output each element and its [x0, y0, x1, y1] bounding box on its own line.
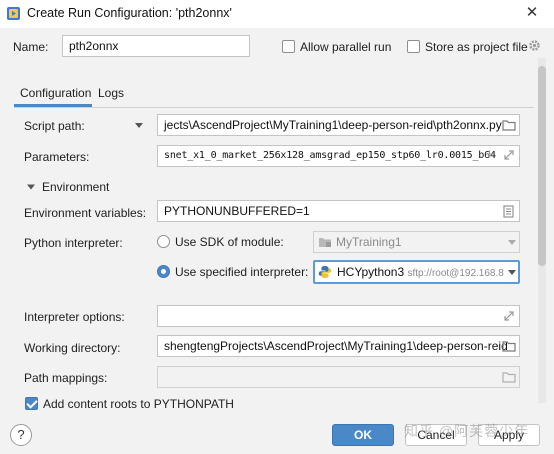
interpreter-dropdown-arrow[interactable]: [508, 270, 516, 275]
content-roots-label: Add content roots to PYTHONPATH: [43, 397, 234, 411]
add-icon[interactable]: +: [485, 146, 494, 163]
interpreter-select[interactable]: HCYpython3 sftp://root@192.168.8: [313, 260, 520, 284]
title-bar: Create Run Configuration: 'pth2onnx' ✕: [0, 0, 554, 28]
expand-options-icon[interactable]: [503, 310, 515, 322]
sdk-module-dropdown-arrow[interactable]: [508, 240, 516, 245]
python-interpreter-label: Python interpreter:: [24, 236, 123, 250]
path-mappings-label: Path mappings:: [24, 371, 108, 385]
path-mappings-folder-icon[interactable]: [502, 371, 516, 383]
allow-parallel-label: Allow parallel run: [300, 40, 392, 54]
scrollbar[interactable]: [538, 58, 546, 403]
run-configuration-icon: [7, 7, 20, 20]
working-directory-label: Working directory:: [24, 341, 121, 355]
expand-icon[interactable]: [503, 149, 515, 161]
chevron-down-icon[interactable]: [26, 182, 36, 192]
ok-button[interactable]: OK: [332, 424, 394, 446]
sdk-module-select[interactable]: MyTraining1: [313, 231, 520, 253]
store-project-checkbox[interactable]: [407, 40, 420, 53]
script-path-label: Script path:: [24, 119, 85, 133]
name-input[interactable]: pth2onnx: [62, 35, 250, 57]
working-directory-input[interactable]: shengtengProjects\AscendProject\MyTraini…: [157, 335, 520, 357]
use-sdk-label: Use SDK of module:: [175, 235, 284, 249]
store-project-label: Store as project file: [425, 40, 528, 54]
watermark: 知乎 @阿芙蓉少年: [404, 423, 530, 439]
module-folder-icon: [319, 238, 331, 247]
tab-configuration[interactable]: Configuration: [20, 86, 91, 100]
interpreter-options-label: Interpreter options:: [24, 310, 125, 324]
folder-icon[interactable]: [502, 119, 516, 131]
path-mappings-input[interactable]: [157, 366, 520, 388]
environment-section-header[interactable]: Environment: [42, 180, 109, 194]
tab-logs[interactable]: Logs: [98, 86, 124, 100]
parameters-input[interactable]: snet_x1_0_market_256x128_amsgrad_ep150_s…: [157, 145, 520, 167]
env-vars-input[interactable]: PYTHONUNBUFFERED=1: [157, 200, 520, 222]
gear-icon[interactable]: [528, 39, 541, 52]
document-icon[interactable]: [503, 205, 514, 218]
scrollbar-thumb[interactable]: [538, 66, 546, 266]
python-icon: [318, 266, 332, 278]
parameters-label: Parameters:: [24, 150, 90, 164]
interpreter-detail: sftp://root@192.168.8: [407, 268, 504, 279]
close-button[interactable]: ✕: [520, 2, 544, 24]
use-specified-label: Use specified interpreter:: [175, 265, 309, 279]
env-vars-label: Environment variables:: [24, 206, 147, 220]
content-roots-checkbox[interactable]: [25, 397, 38, 410]
use-specified-radio[interactable]: [157, 265, 170, 278]
working-dir-folder-icon[interactable]: [502, 340, 516, 352]
use-sdk-radio[interactable]: [157, 235, 170, 248]
interpreter-options-input[interactable]: [157, 305, 520, 327]
help-button[interactable]: ?: [10, 424, 32, 446]
script-path-type-dropdown[interactable]: [135, 123, 143, 128]
allow-parallel-checkbox[interactable]: [282, 40, 295, 53]
name-label: Name:: [13, 40, 49, 54]
interpreter-name: HCYpython3: [337, 265, 405, 279]
script-path-input[interactable]: jects\AscendProject\MyTraining1\deep-per…: [157, 114, 520, 136]
window-title: Create Run Configuration: 'pth2onnx': [27, 6, 232, 20]
